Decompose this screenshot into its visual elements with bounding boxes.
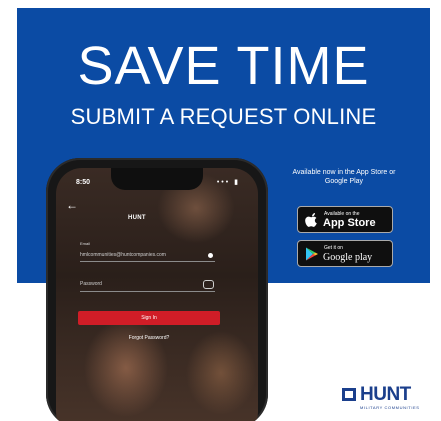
hunt-logo: HUNT MILITARY COMMUNITIES — [342, 385, 426, 417]
status-time: 8:50 — [76, 179, 91, 186]
phone-mockup: 8:50 ••• ▮ ← HUNT Email hmlcommunities@h… — [46, 158, 268, 421]
email-valid-icon — [208, 253, 213, 258]
email-field[interactable]: hmlcommunities@huntcompanies.com — [80, 252, 200, 258]
apple-icon — [305, 213, 317, 227]
google-play-icon — [306, 247, 318, 261]
email-underline — [80, 261, 215, 262]
promo-card: SAVE TIME SUBMIT A REQUEST ONLINE 8:50 •… — [0, 0, 441, 421]
status-icons: ••• ▮ — [216, 179, 240, 186]
phone-notch — [111, 168, 203, 190]
hunt-tagline: MILITARY COMMUNITIES — [360, 405, 420, 410]
password-field[interactable]: Password — [80, 281, 102, 287]
phone-screen: 8:50 ••• ▮ ← HUNT Email hmlcommunities@h… — [56, 168, 258, 421]
show-password-icon[interactable] — [203, 280, 214, 289]
app-logo: HUNT — [128, 215, 146, 221]
subheadline: SUBMIT A REQUEST ONLINE — [70, 104, 377, 129]
google-play-label: Google play — [323, 252, 373, 263]
forgot-password-link[interactable]: Forgot Password? — [78, 335, 220, 341]
hunt-mark-icon — [342, 388, 356, 401]
headline: SAVE TIME — [77, 36, 370, 96]
availability-text: Available now in the App Store or Google… — [292, 169, 396, 185]
back-arrow-icon[interactable]: ← — [66, 198, 78, 212]
google-play-badge[interactable]: Get it on Google play — [297, 240, 393, 267]
hunt-wordmark: HUNT — [360, 384, 411, 405]
sign-in-button[interactable]: Sign In — [78, 311, 220, 325]
app-store-label: App Store — [323, 217, 376, 229]
app-store-badge[interactable]: Available on the App Store — [297, 206, 393, 233]
email-label: Email — [80, 241, 91, 246]
password-underline — [80, 291, 215, 292]
